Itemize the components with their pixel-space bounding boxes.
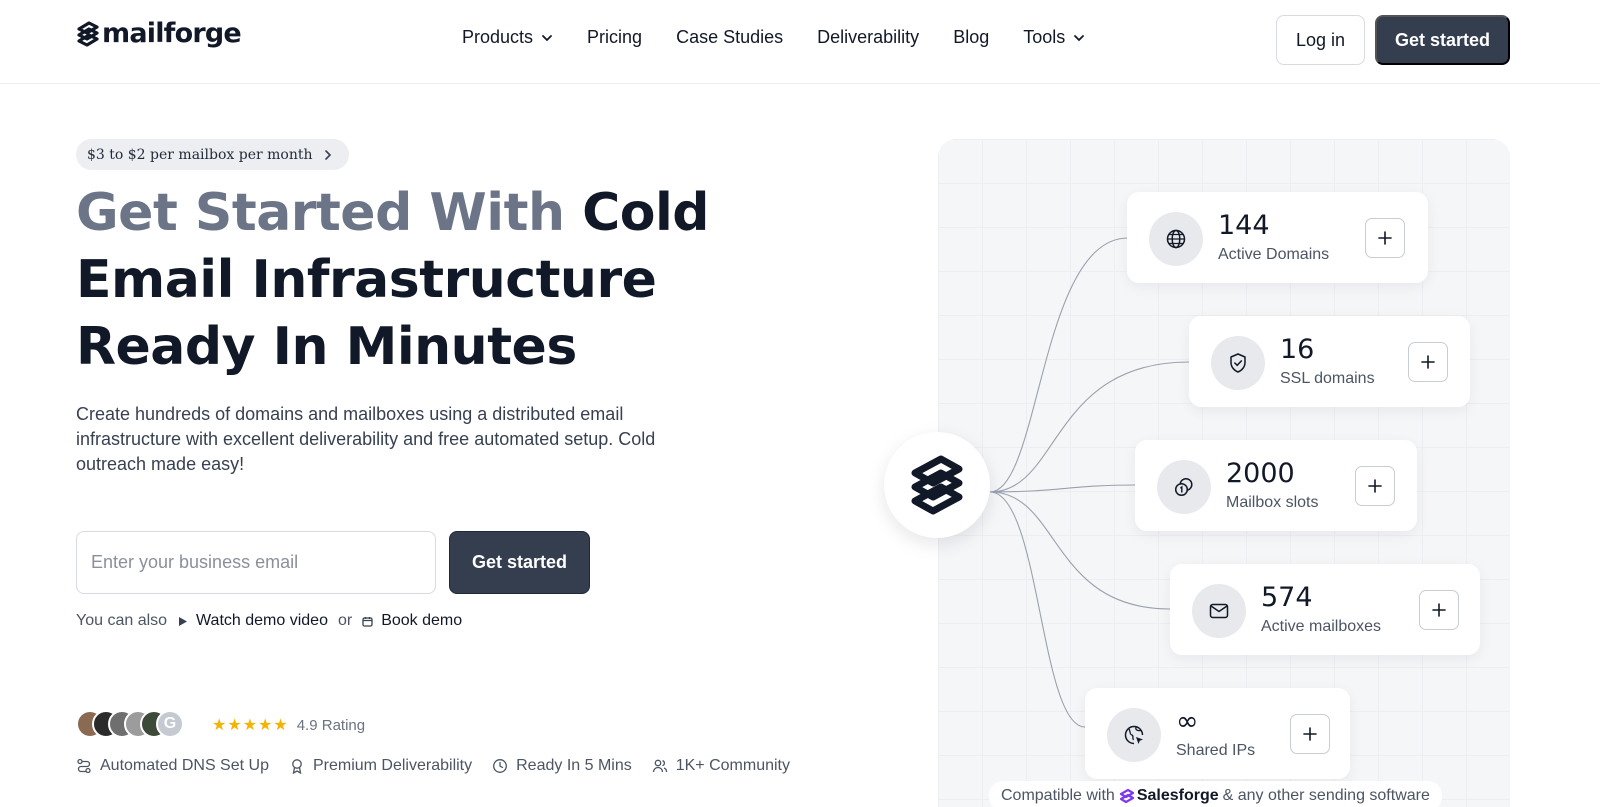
nav-case-studies[interactable]: Case Studies	[676, 27, 783, 48]
stat-value: 2000	[1226, 458, 1295, 489]
chevron-down-icon	[542, 34, 552, 41]
stat-icon-wrap	[1149, 212, 1203, 266]
salesforge-brand[interactable]: Salesforge	[1119, 787, 1219, 805]
feature-item: Automated DNS Set Up	[76, 757, 269, 775]
compatibility-note: Compatible with Salesforge & any other s…	[989, 781, 1442, 807]
stat-card-active-domains: 144 Active Domains	[1127, 192, 1428, 283]
stat-value: 16	[1280, 334, 1315, 365]
promo-text: $3 to $2 per mailbox per month	[87, 146, 313, 163]
stat-icon-wrap	[1157, 460, 1211, 514]
watch-demo-label: Watch demo video	[196, 612, 328, 629]
nav-products-label: Products	[462, 27, 534, 47]
rating-stars: ★★★★★	[212, 717, 289, 734]
add-mailbox-slot-button[interactable]	[1355, 466, 1395, 506]
mailforge-logo-icon	[911, 455, 963, 515]
nav-deliverability-label: Deliverability	[817, 27, 920, 47]
add-shared-ip-button[interactable]	[1290, 714, 1330, 754]
nav-products[interactable]: Products	[462, 27, 553, 48]
stat-icon-wrap	[1192, 584, 1246, 638]
shield-check-icon	[1230, 353, 1246, 373]
brand-logo[interactable]: mailforge	[76, 18, 242, 49]
compat-prefix: Compatible with	[1001, 787, 1115, 804]
nav-blog-label: Blog	[953, 27, 990, 47]
route-icon	[77, 758, 91, 774]
stat-label: Active Domains	[1218, 246, 1330, 263]
nav-pricing-label: Pricing	[587, 27, 643, 47]
hero-get-started-button[interactable]: Get started	[449, 531, 590, 594]
nav-pricing[interactable]: Pricing	[587, 27, 642, 48]
salesforge-name: Salesforge	[1136, 787, 1219, 804]
watch-demo-link[interactable]: Watch demo video	[177, 612, 328, 630]
plus-icon	[1303, 727, 1317, 741]
salesforge-logo-icon	[1119, 788, 1134, 804]
calendar-icon	[362, 616, 373, 627]
nav-tools[interactable]: Tools	[1023, 27, 1085, 48]
business-email-input[interactable]	[76, 531, 436, 594]
plus-icon	[1378, 231, 1392, 245]
nav-deliverability[interactable]: Deliverability	[817, 27, 919, 48]
mailforge-logo-icon	[77, 20, 99, 47]
clock-icon	[493, 759, 508, 773]
add-domain-button[interactable]	[1365, 218, 1405, 258]
hero-headline: Get Started With Cold Email Infrastructu…	[76, 180, 726, 381]
coins-icon	[1174, 477, 1193, 497]
top-nav: mailforge Products Pricing Case Studies …	[0, 0, 1600, 84]
plus-icon	[1421, 355, 1435, 369]
mail-icon	[1209, 603, 1229, 619]
pricing-promo-pill[interactable]: $3 to $2 per mailbox per month	[76, 139, 349, 170]
stat-label: SSL domains	[1280, 370, 1375, 387]
feature-item: 1K+ Community	[652, 757, 790, 775]
add-ssl-button[interactable]	[1408, 342, 1448, 382]
stat-label: Active mailboxes	[1261, 618, 1382, 635]
demo-links: You can also Watch demo video or Book de…	[76, 612, 462, 630]
chevron-right-icon	[324, 149, 331, 160]
stat-icon-wrap	[1107, 708, 1161, 762]
nav-blog[interactable]: Blog	[953, 27, 989, 48]
hero-subtext: Create hundreds of domains and mailboxes…	[76, 404, 656, 474]
feature-item: Premium Deliverability	[289, 757, 472, 775]
feature-label: Premium Deliverability	[312, 757, 473, 774]
chevron-down-icon	[1074, 34, 1085, 41]
stat-card-mailbox-slots: 2000 Mailbox slots	[1135, 440, 1417, 531]
stat-icon-wrap	[1211, 336, 1265, 390]
plus-icon	[1432, 603, 1446, 617]
nav-get-started-button[interactable]: Get started	[1375, 15, 1510, 65]
stat-label: Shared IPs	[1176, 742, 1256, 759]
feature-list: Automated DNS Set Up Premium Deliverabil…	[76, 757, 790, 775]
g2-badge: G	[156, 710, 184, 738]
nav-tools-label: Tools	[1023, 27, 1066, 47]
feature-label: Ready In 5 Mins	[516, 757, 632, 774]
play-icon	[179, 616, 188, 626]
login-button[interactable]: Log in	[1276, 15, 1365, 65]
compat-suffix: & any other sending software	[1222, 787, 1430, 804]
rating: ★★★★★ 4.9 Rating	[212, 715, 365, 735]
globe-icon	[1166, 229, 1186, 249]
feature-label: Automated DNS Set Up	[100, 757, 269, 774]
feature-item: Ready In 5 Mins	[492, 757, 632, 775]
book-demo-link[interactable]: Book demo	[362, 612, 462, 630]
main-menu: Products Pricing Case Studies Deliverabi…	[462, 27, 1085, 48]
customer-avatars: G	[76, 710, 184, 738]
nav-case-studies-label: Case Studies	[676, 27, 784, 47]
stat-card-active-mailboxes: 574 Active mailboxes	[1170, 564, 1480, 655]
award-icon	[292, 759, 302, 774]
book-demo-label: Book demo	[381, 612, 463, 629]
users-icon	[652, 759, 667, 773]
stat-value: 144	[1218, 210, 1270, 241]
rating-text: 4.9 Rating	[296, 716, 366, 734]
mailforge-hub	[884, 432, 990, 538]
stat-value: 574	[1261, 582, 1313, 613]
or-text: or	[337, 612, 353, 629]
plus-icon	[1368, 479, 1382, 493]
stat-value: ∞	[1176, 706, 1199, 737]
brand-name: mailforge	[102, 18, 242, 49]
add-mailbox-button[interactable]	[1419, 590, 1459, 630]
feature-label: 1K+ Community	[675, 757, 790, 774]
headline-muted: Get Started With	[76, 183, 583, 243]
stat-card-ssl-domains: 16 SSL domains	[1189, 316, 1470, 407]
also-text: You can also	[76, 612, 168, 629]
stat-label: Mailbox slots	[1226, 494, 1319, 511]
stat-card-shared-ips: ∞ Shared IPs	[1085, 688, 1350, 779]
globe-pointer-icon	[1124, 725, 1144, 745]
